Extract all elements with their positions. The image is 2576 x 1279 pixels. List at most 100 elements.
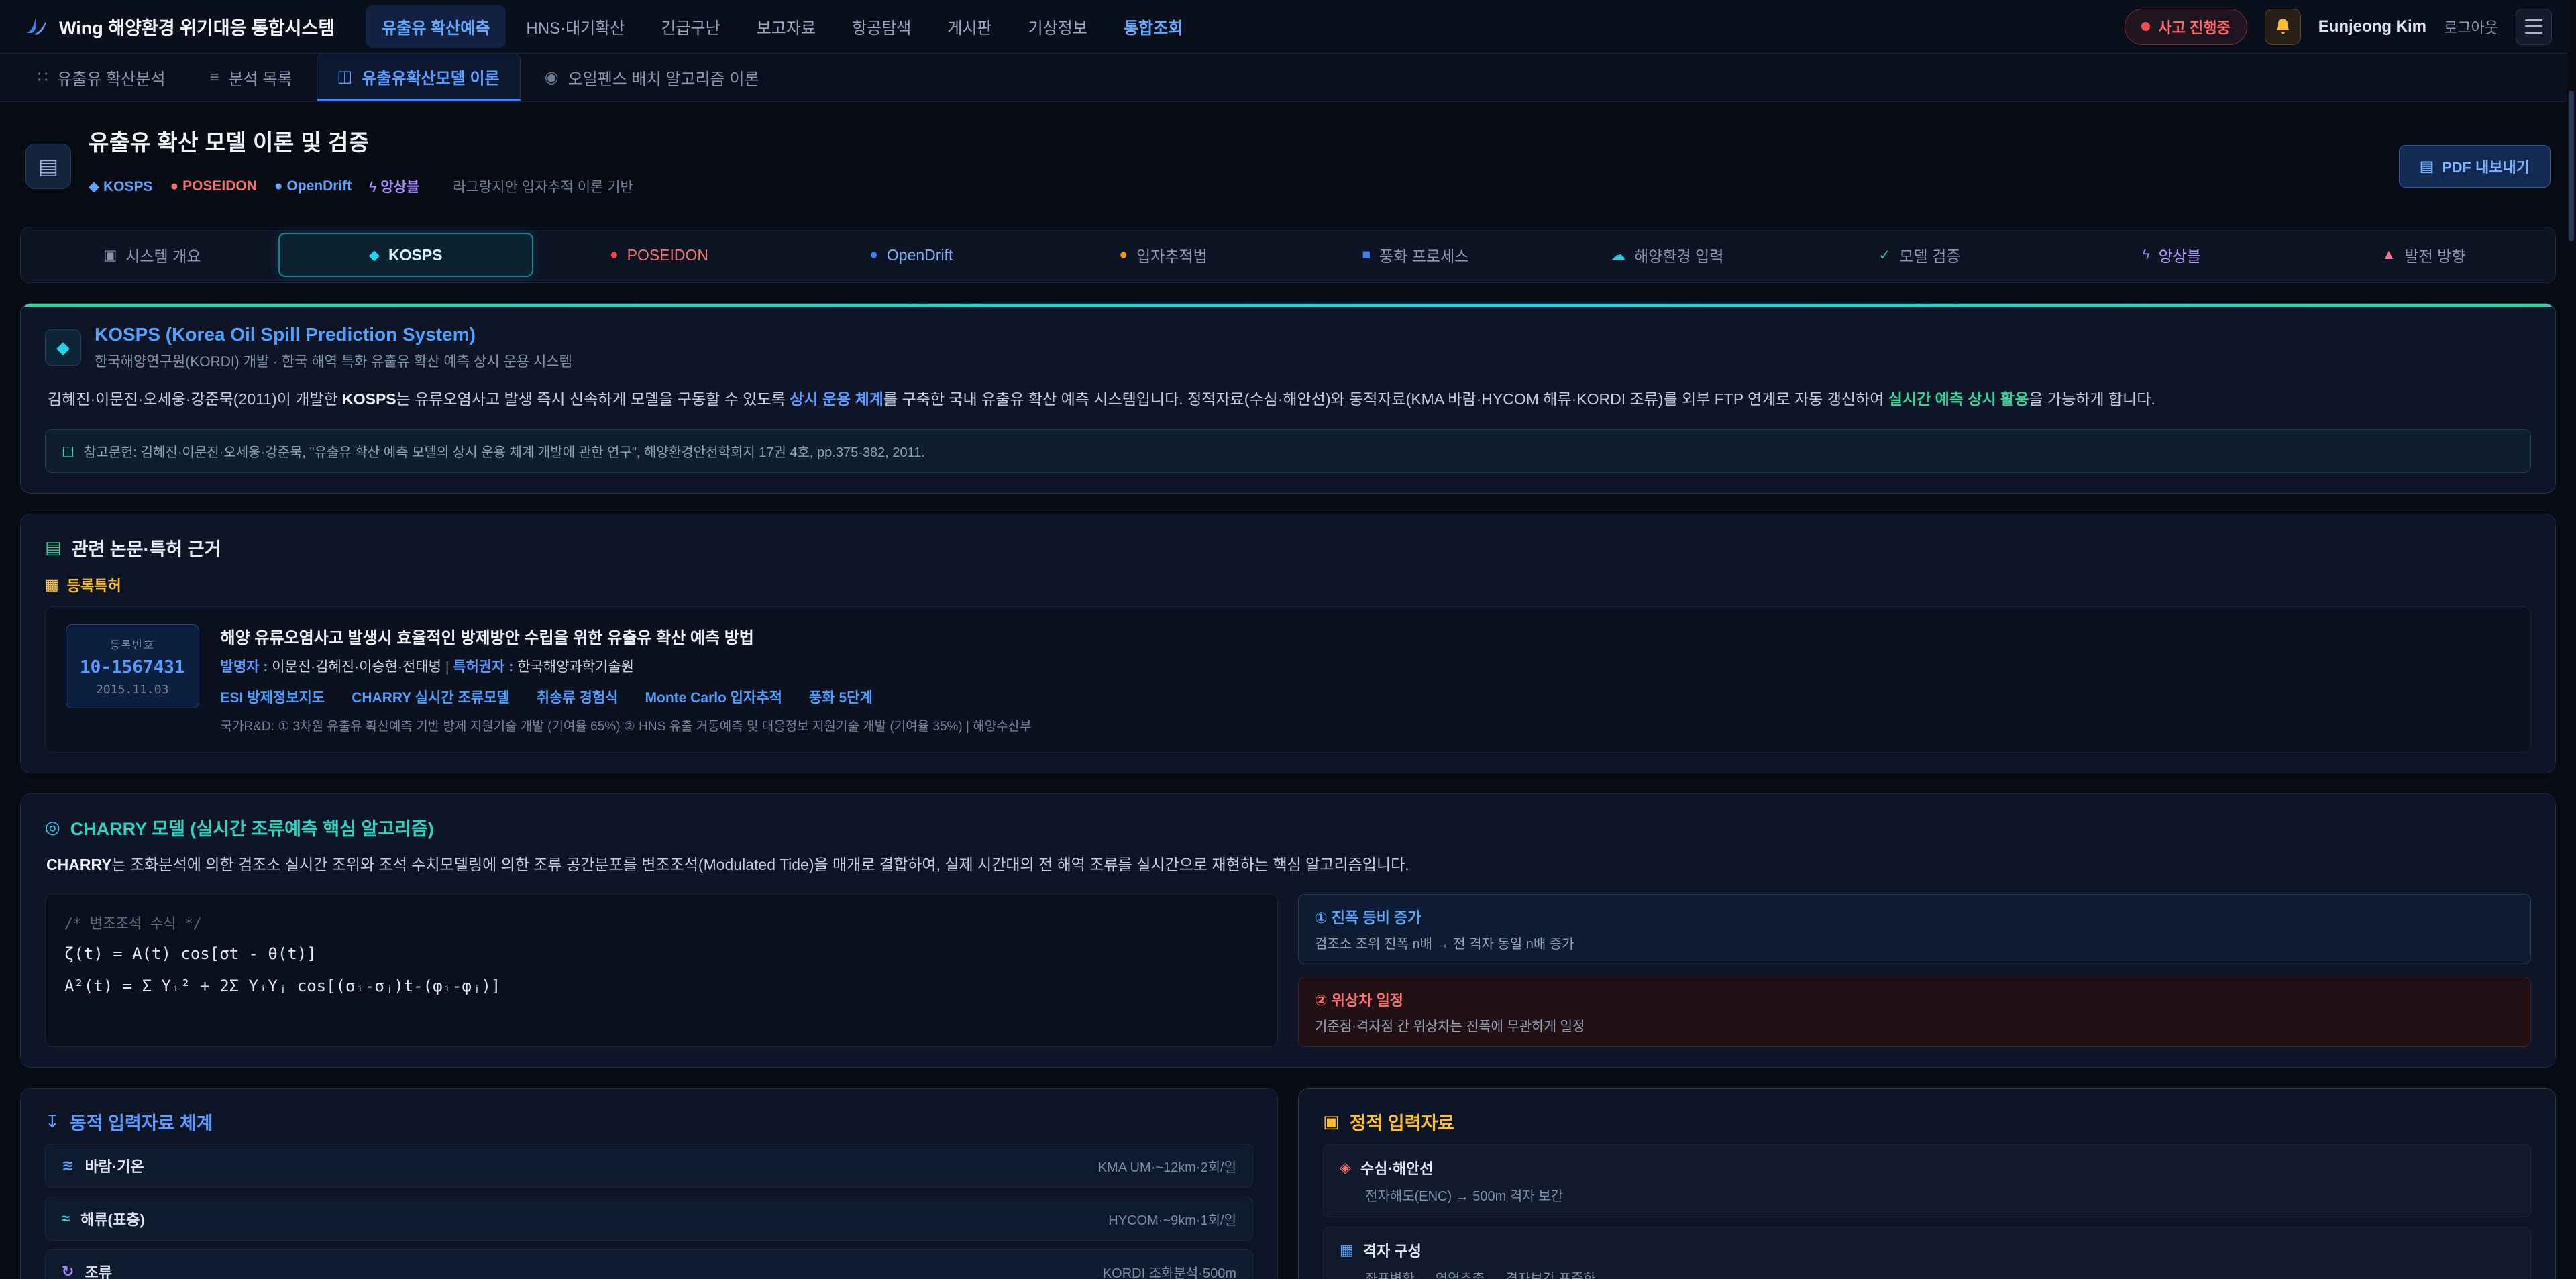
pdf-export-button[interactable]: ▤ PDF 내보내기 <box>2399 145 2551 188</box>
badge-poseidon: ● POSEIDON <box>170 178 257 194</box>
dynamic-input-section: ↧ 동적 입력자료 체계 ≋바람·기온 KMA UM·~12km·2회/일 ≈해… <box>20 1088 1278 1279</box>
nav-item-integrated-search[interactable]: 통합조회 <box>1108 5 1199 48</box>
wind-icon: ≋ <box>62 1157 74 1174</box>
section-tab-bar: ▣ 시스템 개요 ◆ KOSPS ● POSEIDON ● OpenDrift … <box>20 227 2556 283</box>
subnav-item-model-theory[interactable]: ◫ 유출유확산모델 이론 <box>317 54 521 101</box>
amplitude-note: ① 진폭 등비 증가 검조소 조위 진폭 n배 → 전 격자 동일 n배 증가 <box>1298 894 2531 964</box>
tab-ensemble[interactable]: ϟ 앙상블 <box>2045 233 2298 277</box>
dynamic-input-header: ↧ 동적 입력자료 체계 <box>45 1109 1253 1135</box>
badge-note: 라그랑지안 입자추적 이론 기반 <box>437 165 649 208</box>
tag-esi-map[interactable]: ESI 방제정보지도 <box>221 687 325 707</box>
subnav-item-oil-fence-theory[interactable]: ◉ 오일펜스 배치 알고리즘 이론 <box>525 54 780 101</box>
tab-poseidon[interactable]: ● POSEIDON <box>533 233 786 277</box>
patent-meta: 발명자 : 이문진·김혜진·이승현·전태병 | 특허권자 : 한국해양과학기술원 <box>221 656 2510 676</box>
tag-weathering-stages[interactable]: 풍화 5단계 <box>809 687 873 707</box>
tab-kosps[interactable]: ◆ KOSPS <box>278 233 533 277</box>
incident-dot-icon <box>2141 22 2150 31</box>
registered-patent-label: ▦ 등록특허 <box>45 574 2531 596</box>
dynamic-input-title: 동적 입력자료 체계 <box>70 1109 213 1135</box>
table-row: ↻조류 KORDI 조화분석·500m <box>45 1249 1253 1279</box>
tab-system-overview[interactable]: ▣ 시스템 개요 <box>26 233 278 277</box>
badge-kosps: ◆ KOSPS <box>89 178 153 195</box>
modulated-tide-formula: /* 변조조석 수식 */ ζ(t) = A(t) cos[σt - θ(t)]… <box>45 894 1278 1047</box>
cloud-icon: ☁ <box>1611 247 1625 264</box>
main-content: ▤ 유출유 확산 모델 이론 및 검증 ◆ KOSPS ● POSEIDON ●… <box>0 102 2576 1279</box>
incident-label: 사고 진행중 <box>2158 16 2230 38</box>
patent-card[interactable]: 등록번호 10-1567431 2015.11.03 해양 유류오염사고 발생시… <box>45 606 2531 753</box>
logout-button[interactable]: 로그아웃 <box>2444 16 2498 38</box>
check-icon: ✓ <box>1879 247 1891 264</box>
list-item: ▦격자 구성 좌표변환 → 영역추출 → 격자보간 표준화 <box>1323 1227 2531 1279</box>
subnav-item-analysis-list[interactable]: ≡ 분석 목록 <box>190 54 313 101</box>
charry-description: CHARRY는 조화분석에 의한 검조소 실시간 조위와 조석 수치모델링에 의… <box>46 851 2530 878</box>
charry-section: ◎ CHARRY 모델 (실시간 조류예측 핵심 알고리즘) CHARRY는 조… <box>20 793 2556 1068</box>
badge-ensemble: ϟ 앙상블 <box>369 176 419 197</box>
tag-wind-current-formula[interactable]: 취송류 경험식 <box>537 687 619 707</box>
subnav-label: 분석 목록 <box>229 66 292 89</box>
tab-roadmap[interactable]: ▲ 발전 방향 <box>2298 233 2550 277</box>
user-name: Eunjeong Kim <box>2318 17 2426 36</box>
tag-charry-model[interactable]: CHARRY 실시간 조류모델 <box>352 687 510 707</box>
tab-ocean-env-input[interactable]: ☁ 해양환경 입력 <box>1542 233 1794 277</box>
kosps-title: KOSPS (Korea Oil Spill Prediction System… <box>95 324 572 345</box>
bolt-icon: ϟ <box>2142 247 2149 263</box>
nav-item-hns-air-diffusion[interactable]: HNS·대기확산 <box>510 5 641 48</box>
incident-status-badge[interactable]: 사고 진행중 <box>2125 9 2247 45</box>
charry-title: CHARRY 모델 (실시간 조류예측 핵심 알고리즘) <box>70 814 434 840</box>
brand-title: Wing 해양환경 위기대응 통합시스템 <box>59 13 335 40</box>
charry-section-header: ◎ CHARRY 모델 (실시간 조류예측 핵심 알고리즘) <box>45 814 2531 840</box>
notification-button[interactable] <box>2265 9 2301 45</box>
list-item: ◈수심·해안선 전자해도(ENC) → 500m 격자 보간 <box>1323 1144 2531 1217</box>
bolt-icon: ϟ <box>369 180 376 195</box>
rocket-icon: ▲ <box>2382 247 2396 263</box>
patent-number-box: 등록번호 10-1567431 2015.11.03 <box>66 624 199 708</box>
phase-note: ② 위상차 일정 기준점·격자점 간 위상차는 진폭에 무관하게 일정 <box>1298 977 2531 1047</box>
nav-item-reports[interactable]: 보고자료 <box>741 5 832 48</box>
subnav-item-diffusion-analysis[interactable]: ∷ 유출유 확산분석 <box>17 54 186 101</box>
documents-icon: ▤ <box>45 537 62 558</box>
patent-section-title: 관련 논문·특허 근거 <box>72 535 221 561</box>
table-row: ≋바람·기온 KMA UM·~12km·2회/일 <box>45 1144 1253 1188</box>
nav-item-weather-info[interactable]: 기상정보 <box>1012 5 1104 48</box>
scrollbar-thumb[interactable] <box>2569 91 2574 241</box>
patent-number-label: 등록번호 <box>80 636 185 652</box>
nav-item-aerial-search[interactable]: 항공탐색 <box>836 5 927 48</box>
subnav-label: 유출유확산모델 이론 <box>362 65 499 89</box>
pdf-icon: ▤ <box>2420 158 2434 175</box>
overview-icon: ▣ <box>103 247 117 264</box>
table-row: ≈해류(표층) HYCOM·~9km·1회/일 <box>45 1197 1253 1241</box>
nav-item-oil-spill-prediction[interactable]: 유출유 확산예측 <box>366 5 506 48</box>
square-icon: ■ <box>1362 247 1371 263</box>
grid-icon: ▦ <box>1340 1241 1354 1259</box>
nav-item-board[interactable]: 게시판 <box>931 5 1008 48</box>
tab-opendrift[interactable]: ● OpenDrift <box>785 233 1037 277</box>
target-icon: ◉ <box>545 68 559 87</box>
static-input-section: ▣ 정적 입력자료 ◈수심·해안선 전자해도(ENC) → 500m 격자 보간… <box>1298 1088 2556 1279</box>
diamond-icon: ◆ <box>369 247 380 264</box>
diamond-icon: ◆ <box>89 179 99 194</box>
pin-icon: ◈ <box>1340 1159 1351 1176</box>
menu-icon[interactable] <box>2516 9 2552 45</box>
tag-monte-carlo[interactable]: Monte Carlo 입자추적 <box>645 687 782 707</box>
kosps-section: ◆ KOSPS (Korea Oil Spill Prediction Syst… <box>20 303 2556 494</box>
tide-icon: ↻ <box>62 1263 74 1279</box>
top-navbar: Wing 해양환경 위기대응 통합시스템 유출유 확산예측 HNS·대기확산 긴… <box>0 0 2576 54</box>
patent-tags: ESI 방제정보지도 CHARRY 실시간 조류모델 취송류 경험식 Monte… <box>221 687 2510 707</box>
page-scrollbar[interactable] <box>2567 0 2576 1279</box>
tab-model-validation[interactable]: ✓ 모델 검증 <box>1794 233 2046 277</box>
scatter-chart-icon: ∷ <box>38 68 48 87</box>
tab-weathering-process[interactable]: ■ 풍화 프로세스 <box>1289 233 1542 277</box>
tab-particle-tracking[interactable]: ● 입자추적법 <box>1037 233 1289 277</box>
book-icon: ◫ <box>62 443 74 459</box>
patent-section-header: ▤ 관련 논문·특허 근거 <box>45 535 2531 561</box>
kosps-diamond-icon: ◆ <box>45 329 81 366</box>
kosps-header: ◆ KOSPS (Korea Oil Spill Prediction Syst… <box>45 324 2531 371</box>
dot-icon: ● <box>170 178 179 194</box>
page-header: ▤ 유출유 확산 모델 이론 및 검증 ◆ KOSPS ● POSEIDON ●… <box>25 125 2551 208</box>
nav-item-emergency-rescue[interactable]: 긴급구난 <box>645 5 736 48</box>
sub-navbar: ∷ 유출유 확산분석 ≡ 분석 목록 ◫ 유출유확산모델 이론 ◉ 오일펜스 배… <box>0 54 2576 102</box>
static-input-header: ▣ 정적 입력자료 <box>1323 1109 2531 1135</box>
brand-logo[interactable]: Wing 해양환경 위기대응 통합시스템 <box>24 13 335 40</box>
subnav-label: 유출유 확산분석 <box>57 66 165 89</box>
clipboard-icon: ▦ <box>45 576 59 594</box>
